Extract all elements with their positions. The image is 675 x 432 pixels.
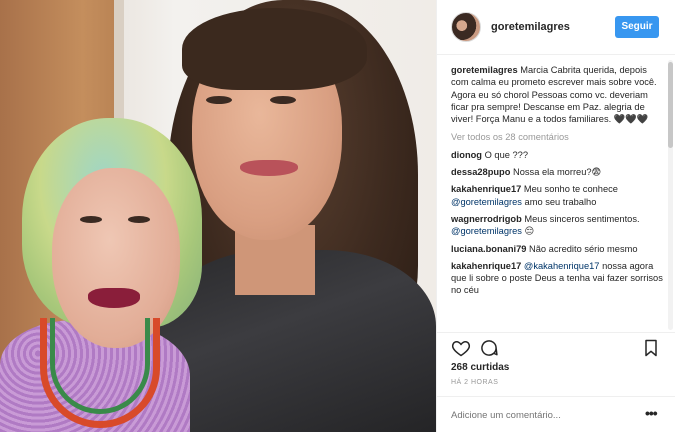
- photo-eye: [206, 96, 232, 104]
- photo-eye: [270, 96, 296, 104]
- photo-necklace: [50, 318, 150, 414]
- header-username[interactable]: goretemilagres: [491, 21, 570, 33]
- comment-mention[interactable]: @goretemilagres: [451, 226, 522, 236]
- list-item: luciana.bonani79 Não acredito sério mesm…: [451, 243, 665, 255]
- comment-icon[interactable]: [479, 338, 499, 358]
- comment-text: Meu sonho te conhece: [523, 184, 618, 195]
- avatar[interactable]: [451, 12, 481, 42]
- comment-text: O que ???: [484, 149, 528, 160]
- comment-text: 😔: [524, 226, 535, 237]
- scrollbar-thumb[interactable]: [668, 62, 673, 148]
- caption-username[interactable]: goretemilagres: [451, 65, 518, 75]
- post-photo[interactable]: [0, 0, 436, 432]
- list-item: dessa28pupo Nossa ela morreu?😨: [451, 166, 665, 178]
- comments-list: goretemilagres Marcia Cabrita querida, d…: [451, 64, 665, 330]
- comment-username[interactable]: dessa28pupo: [451, 167, 510, 177]
- photo-woman-left-lips: [88, 288, 140, 308]
- list-item: wagnerrodrigob Meus sinceros sentimentos…: [451, 213, 665, 238]
- comment-text: Meus sinceros sentimentos.: [524, 213, 640, 224]
- comment-username[interactable]: wagnerrodrigob: [451, 214, 522, 224]
- post-actions: [437, 332, 675, 360]
- photo-woman-right-bangs: [182, 8, 367, 90]
- comment-username[interactable]: dionog: [451, 150, 482, 160]
- caption: goretemilagres Marcia Cabrita querida, d…: [451, 64, 665, 125]
- view-all-comments-link[interactable]: Ver todos os 28 comentários: [451, 131, 665, 143]
- comments-scrollbar[interactable]: [668, 60, 673, 330]
- comment-text: amo seu trabalho: [524, 196, 597, 207]
- timestamp[interactable]: HÁ 2 HORAS: [451, 379, 498, 386]
- list-item: dionog O que ???: [451, 149, 665, 161]
- photo-eye: [128, 216, 150, 223]
- heart-icon[interactable]: [451, 338, 471, 358]
- comment-input[interactable]: [451, 406, 631, 424]
- list-item: kakahenrique17 Meu sonho te conhece @gor…: [451, 183, 665, 208]
- comment-mention[interactable]: @goretemilagres: [451, 197, 522, 207]
- comment-username[interactable]: luciana.bonani79: [451, 244, 526, 254]
- comment-text: Nossa ela morreu?😨: [513, 167, 602, 178]
- comment-mention[interactable]: @kakahenrique17: [524, 261, 600, 271]
- bookmark-icon[interactable]: [641, 338, 661, 358]
- photo-woman-right-lips: [240, 160, 298, 176]
- follow-button[interactable]: Seguir: [615, 16, 659, 38]
- likes-count[interactable]: 268 curtidas: [451, 362, 509, 373]
- comment-username[interactable]: kakahenrique17: [451, 261, 521, 271]
- list-item: kakahenrique17 @kakahenrique17 nossa ago…: [451, 260, 665, 297]
- add-comment-bar: •••: [437, 396, 675, 432]
- more-options-icon[interactable]: •••: [645, 405, 658, 421]
- comment-username[interactable]: kakahenrique17: [451, 184, 521, 194]
- post-header: goretemilagres Seguir: [437, 0, 675, 55]
- comment-text: Não acredito sério mesmo: [529, 243, 638, 254]
- post-sidebar: goretemilagres Seguir goretemilagres Mar…: [436, 0, 675, 432]
- photo-eye: [80, 216, 102, 223]
